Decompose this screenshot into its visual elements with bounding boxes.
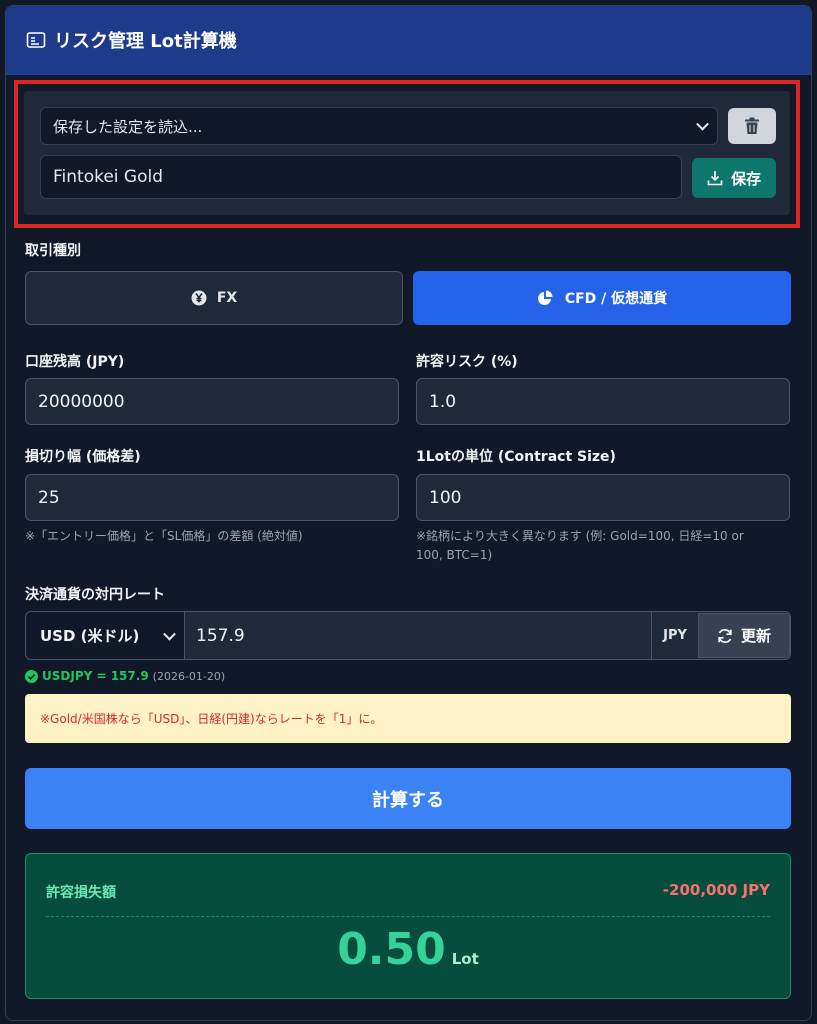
rate-label: 決済通貨の対円レート bbox=[25, 587, 165, 603]
yen-coin-icon bbox=[191, 290, 207, 306]
load-settings-select-value: 保存した設定を読込... bbox=[53, 117, 203, 136]
pie-chart-icon bbox=[537, 290, 553, 305]
chevron-down-icon bbox=[163, 627, 176, 641]
trade-type-label: 取引種別 bbox=[25, 243, 81, 259]
lot-unit: Lot bbox=[451, 950, 479, 968]
lot-value: 0.50 bbox=[337, 924, 446, 975]
trade-type-cfd-label: CFD / 仮想通貨 bbox=[564, 291, 668, 307]
stop-width-note: ※「エントリー価格」と「SL価格」の差額 (絶対値) bbox=[25, 529, 303, 543]
load-settings-select[interactable]: 保存した設定を読込... bbox=[40, 107, 718, 145]
check-circle-icon bbox=[25, 669, 38, 683]
contract-size-input[interactable]: 100 bbox=[416, 474, 790, 521]
trade-type-fx-button[interactable]: FX bbox=[25, 271, 403, 325]
balance-input[interactable]: 20000000 bbox=[25, 378, 399, 425]
lot-result: 0.50 Lot bbox=[25, 924, 791, 975]
trade-type-cfd-button[interactable]: CFD / 仮想通貨 bbox=[413, 271, 791, 325]
contract-size-label: 1Lotの単位 (Contract Size) bbox=[416, 449, 616, 465]
currency-warning: ※Gold/米国株なら「USD」、日経(円建)ならレートを「1」に。 bbox=[25, 694, 791, 743]
rate-input[interactable]: 157.9 bbox=[186, 612, 652, 659]
risk-input[interactable]: 1.0 bbox=[416, 378, 790, 425]
refresh-icon bbox=[718, 628, 732, 643]
currency-select-value: USD (米ドル) bbox=[40, 627, 140, 645]
loss-value: -200,000 JPY bbox=[662, 881, 770, 899]
rate-status-pair: USDJPY = 157.9 bbox=[42, 669, 149, 683]
rate-value: 157.9 bbox=[196, 625, 245, 646]
delete-settings-button[interactable] bbox=[728, 108, 776, 144]
rate-status: USDJPY = 157.9 (2026-01-20) bbox=[25, 669, 225, 683]
save-settings-button[interactable]: 保存 bbox=[692, 158, 776, 198]
settings-name-value: Fintokei Gold bbox=[53, 167, 164, 187]
download-icon bbox=[707, 171, 723, 186]
risk-label: 許容リスク (%) bbox=[416, 354, 518, 370]
loss-label: 許容損失額 bbox=[46, 885, 116, 901]
contract-size-value: 100 bbox=[429, 487, 462, 508]
settings-name-input[interactable]: Fintokei Gold bbox=[40, 155, 682, 199]
refresh-rate-button[interactable]: 更新 bbox=[698, 613, 790, 658]
contract-size-note: ※銘柄により大きく異なります (例: Gold=100, 日経=10 or 10… bbox=[416, 527, 796, 565]
refresh-rate-label: 更新 bbox=[740, 627, 771, 645]
contract-size-note-line-2: 100, BTC=1) bbox=[416, 548, 493, 562]
contract-size-note-line-1: ※銘柄により大きく異なります (例: Gold=100, 日経=10 or bbox=[416, 529, 744, 543]
rate-status-date: (2026-01-20) bbox=[152, 669, 226, 683]
balance-value: 20000000 bbox=[38, 391, 125, 412]
risk-value: 1.0 bbox=[429, 391, 457, 412]
trash-icon bbox=[745, 117, 759, 134]
calculate-label: 計算する bbox=[372, 789, 444, 811]
chevron-down-icon bbox=[696, 117, 709, 131]
stop-width-label: 損切り幅 (価格差) bbox=[25, 449, 141, 465]
result-divider bbox=[46, 916, 770, 917]
app-header: リスク管理 Lot計算機 bbox=[6, 6, 811, 75]
rate-unit: JPY bbox=[663, 628, 687, 643]
trade-type-fx-label: FX bbox=[216, 290, 238, 306]
currency-warning-text: ※Gold/米国株なら「USD」、日経(円建)ならレートを「1」に。 bbox=[40, 712, 383, 726]
save-settings-label: 保存 bbox=[730, 169, 761, 188]
balance-label: 口座残高 (JPY) bbox=[25, 354, 125, 370]
calculator-card-icon bbox=[26, 32, 46, 48]
stop-width-input[interactable]: 25 bbox=[25, 474, 399, 521]
app-title: リスク管理 Lot計算機 bbox=[54, 31, 237, 52]
currency-select[interactable]: USD (米ドル) bbox=[26, 612, 185, 659]
stop-width-value: 25 bbox=[38, 487, 60, 508]
calculate-button[interactable]: 計算する bbox=[25, 768, 791, 829]
